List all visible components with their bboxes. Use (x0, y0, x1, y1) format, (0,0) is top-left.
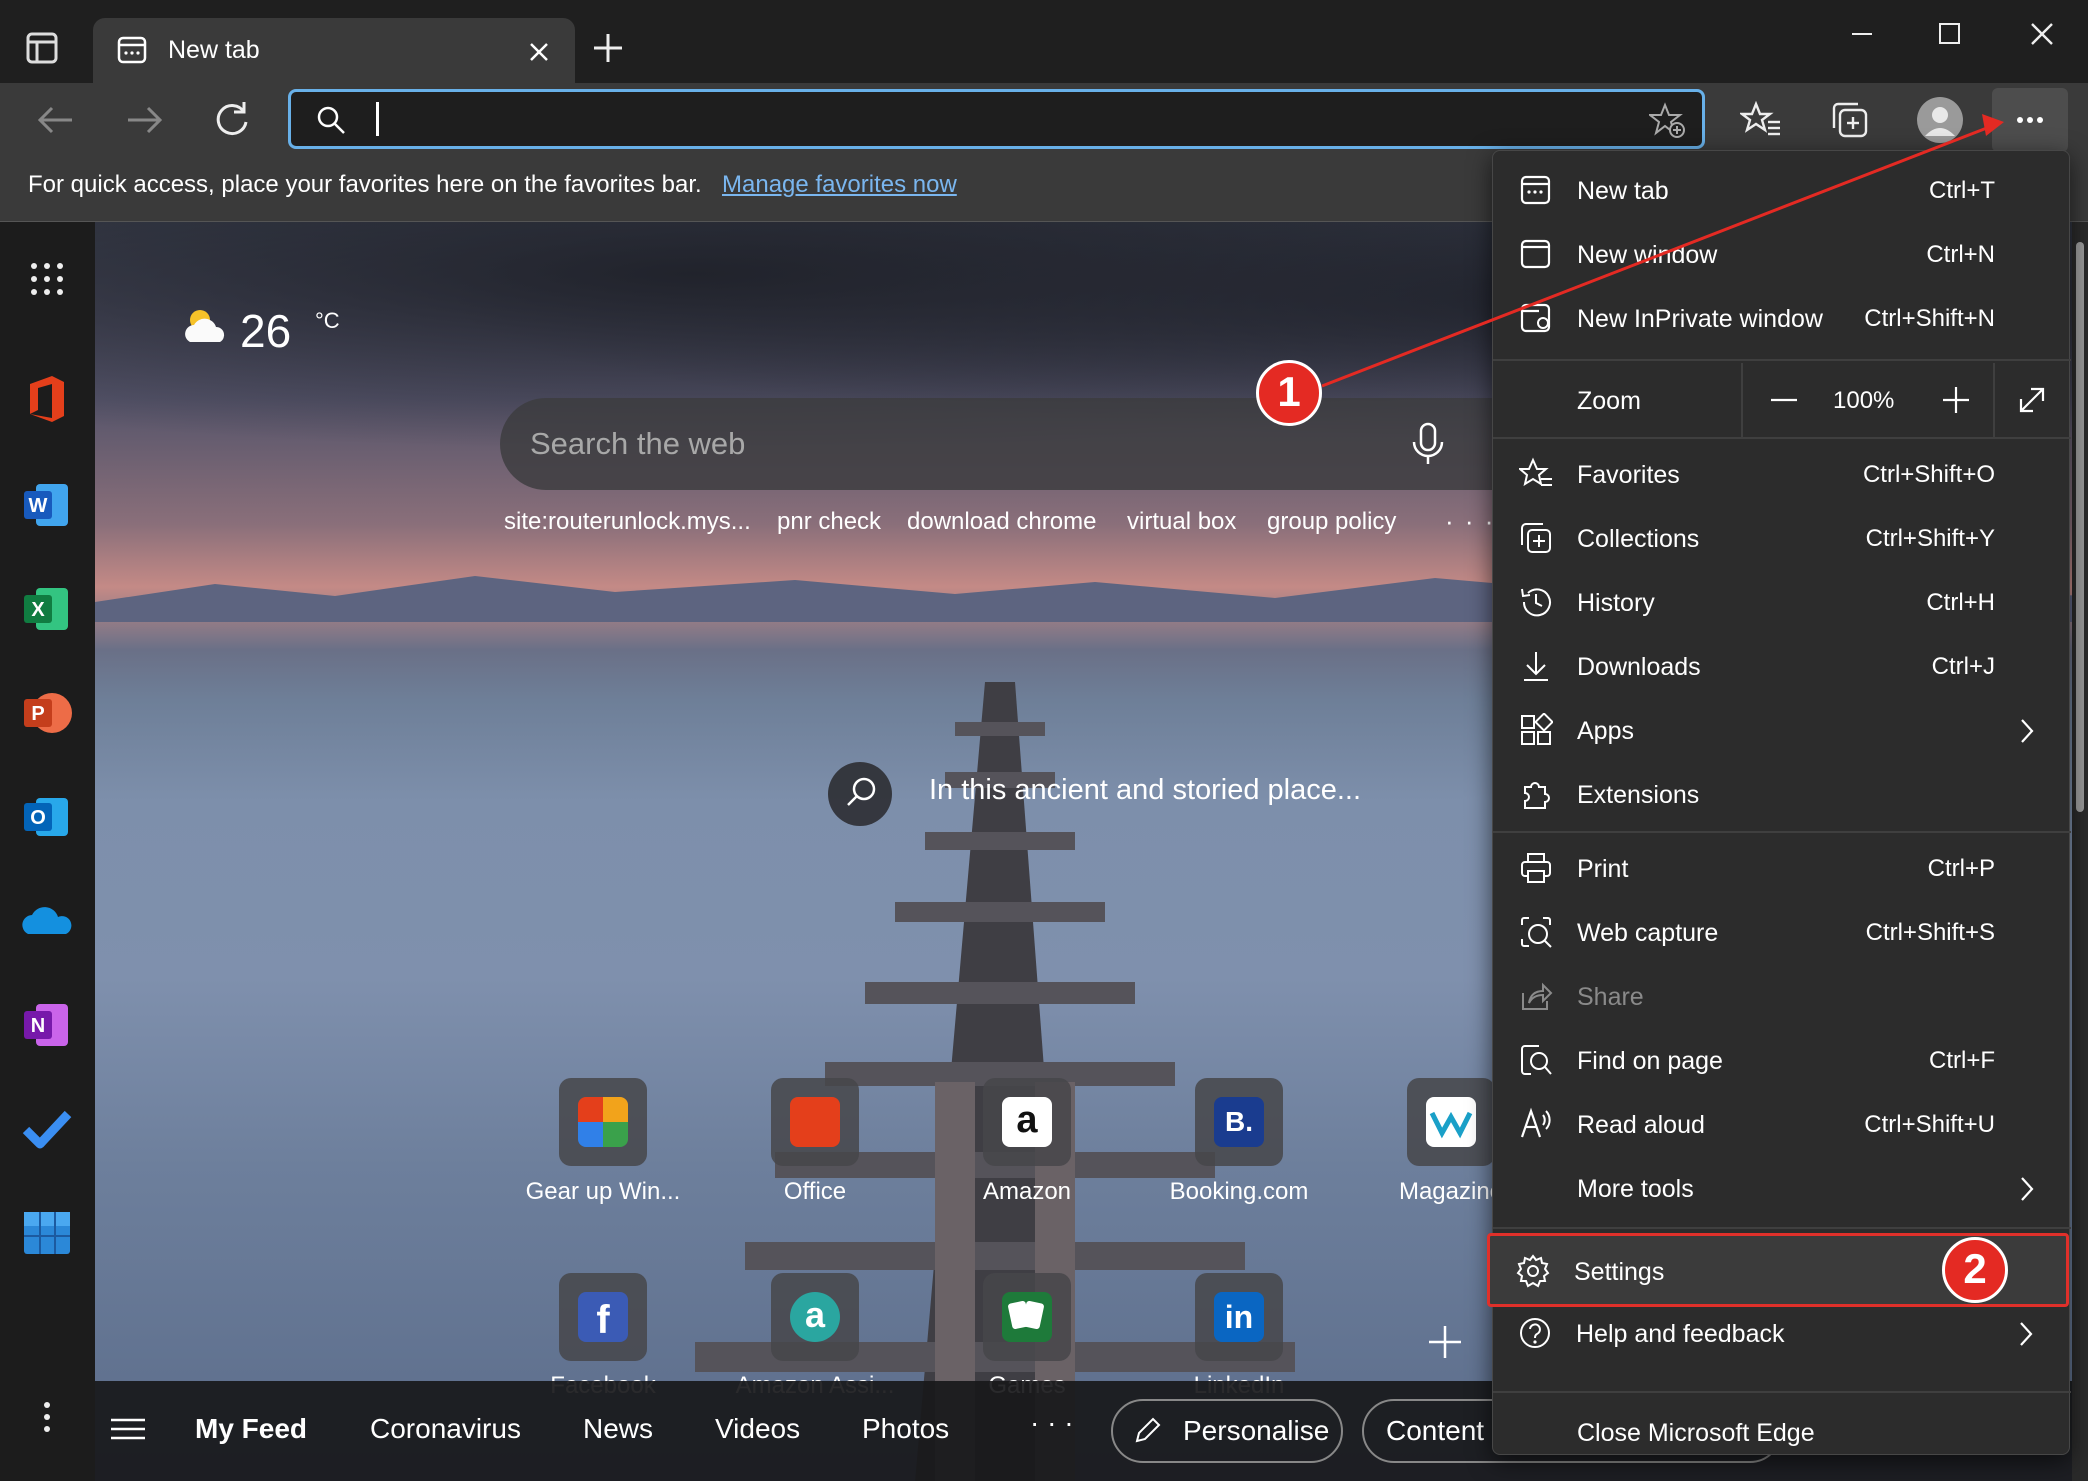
step-1-badge: 1 (1256, 360, 1322, 426)
step-2-badge: 2 (1942, 1237, 2008, 1303)
annotation-arrow (1321, 114, 2004, 388)
